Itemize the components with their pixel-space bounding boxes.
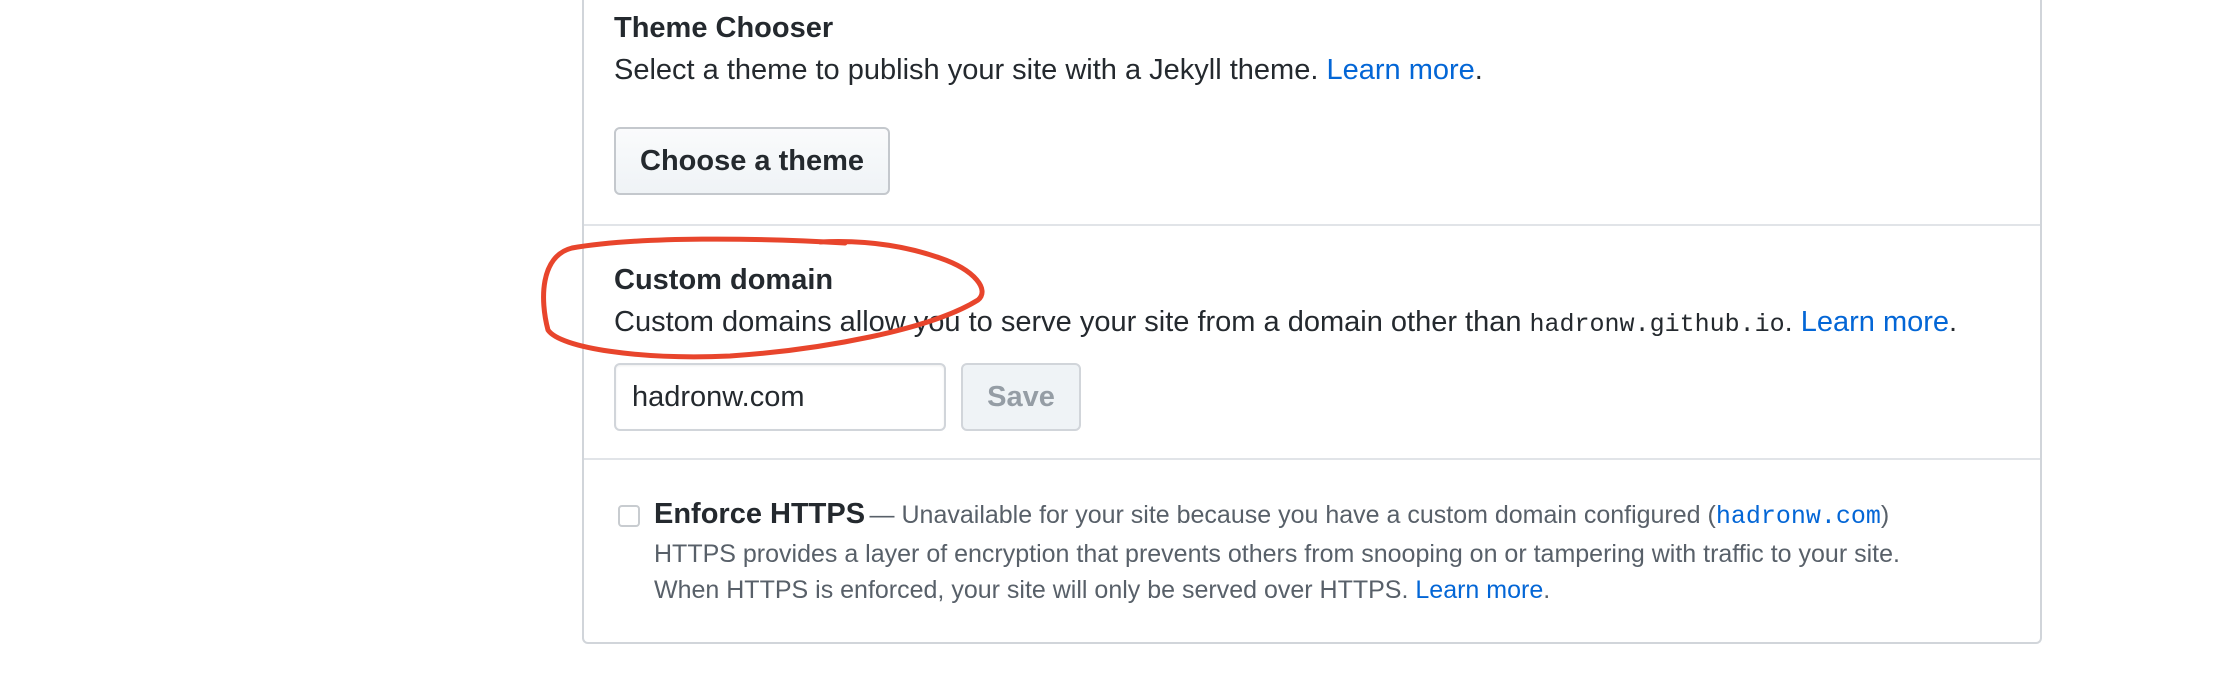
enforce-https-description-line1: HTTPS provides a layer of encryption tha… — [654, 540, 1900, 568]
pages-settings-panel: Theme Chooser Select a theme to publish … — [582, 0, 2042, 644]
custom-domain-description-text: Custom domains allow you to serve your s… — [614, 306, 1522, 338]
enforce-https-description-line2: When HTTPS is enforced, your site will o… — [654, 576, 1551, 604]
custom-domain-learn-more-link[interactable]: Learn more — [1801, 306, 1949, 338]
theme-chooser-description-text: Select a theme to publish your site with… — [614, 54, 1319, 86]
enforce-https-header: Enforce HTTPS — Unavailable for your sit… — [654, 498, 1890, 531]
theme-chooser-description: Select a theme to publish your site with… — [614, 54, 1483, 86]
configured-domain-link[interactable]: hadronw.com — [1716, 502, 1881, 531]
section-divider — [584, 458, 2040, 460]
enforce-https-title: Enforce HTTPS — [654, 498, 866, 530]
section-divider — [584, 224, 2040, 226]
default-domain-code: hadronw.github.io — [1529, 310, 1785, 339]
enforce-https-checkbox[interactable] — [618, 505, 640, 527]
save-button[interactable]: Save — [961, 363, 1081, 431]
custom-domain-title: Custom domain — [614, 264, 834, 296]
enforce-https-learn-more-link[interactable]: Learn more — [1415, 576, 1543, 604]
enforce-https-line2-text: When HTTPS is enforced, your site will o… — [654, 576, 1409, 604]
enforce-https-unavailable-note: — Unavailable for your site because you … — [869, 501, 1716, 529]
custom-domain-description: Custom domains allow you to serve your s… — [614, 306, 1958, 339]
theme-chooser-learn-more-link[interactable]: Learn more — [1326, 54, 1474, 86]
custom-domain-input[interactable]: hadronw.com — [614, 363, 946, 431]
theme-chooser-title: Theme Chooser — [614, 12, 834, 44]
choose-theme-button[interactable]: Choose a theme — [614, 127, 890, 195]
